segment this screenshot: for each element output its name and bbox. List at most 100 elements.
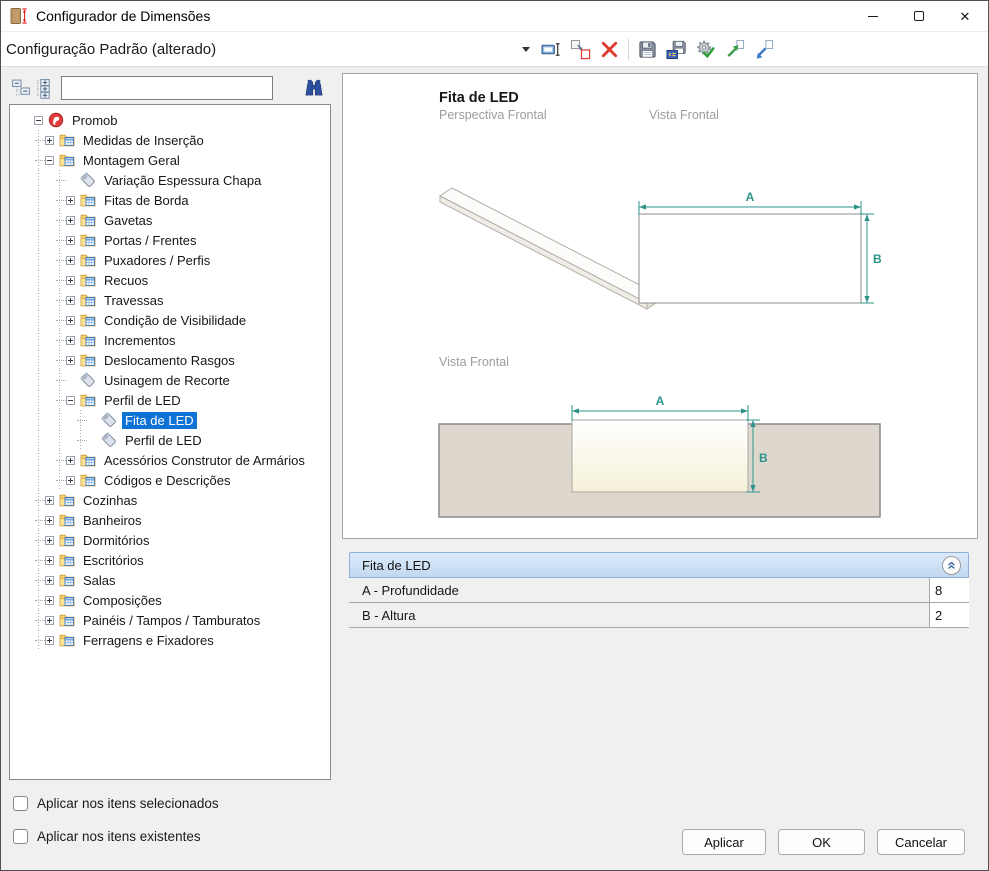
- tree-item-cozinhas[interactable]: Cozinhas: [10, 490, 330, 510]
- apply-selected-items-checkbox[interactable]: Aplicar nos itens selecionados: [13, 794, 219, 812]
- ok-button[interactable]: OK: [778, 829, 865, 855]
- tree-expander-plus[interactable]: [45, 596, 54, 605]
- titlebar[interactable]: Configurador de Dimensões ✕: [1, 1, 988, 32]
- tree-expander-plus[interactable]: [66, 236, 75, 245]
- tree-expander-plus[interactable]: [45, 496, 54, 505]
- tree-expander-plus[interactable]: [66, 336, 75, 345]
- tree-expander-spacer: [66, 176, 75, 185]
- search-input[interactable]: [61, 76, 273, 100]
- tree-item-fita-de-led[interactable]: Fita de LED: [10, 410, 330, 430]
- tree-expander-plus[interactable]: [45, 556, 54, 565]
- dim-label-a-2: A: [656, 394, 665, 408]
- folder-icon: [80, 292, 96, 308]
- toolbar-separator: [628, 39, 629, 60]
- tree-expander-plus[interactable]: [45, 616, 54, 625]
- tree-expander-plus[interactable]: [66, 196, 75, 205]
- tree-expander-plus[interactable]: [45, 136, 54, 145]
- delete-button[interactable]: [596, 36, 623, 63]
- tree-item-varia-o-espessura-chapa[interactable]: Variação Espessura Chapa: [10, 170, 330, 190]
- tree-item-salas[interactable]: Salas: [10, 570, 330, 590]
- cancel-button[interactable]: Cancelar: [877, 829, 965, 855]
- tree-expander-plus[interactable]: [66, 456, 75, 465]
- tree-item-condi-o-de-visibilidade[interactable]: Condição de Visibilidade: [10, 310, 330, 330]
- search-button[interactable]: [302, 77, 326, 99]
- collapse-group-button[interactable]: [942, 556, 961, 575]
- import-button[interactable]: [750, 36, 777, 63]
- tree-item-fitas-de-borda[interactable]: Fitas de Borda: [10, 190, 330, 210]
- duplicate-button[interactable]: [567, 36, 594, 63]
- apply-button[interactable]: Aplicar: [682, 829, 766, 855]
- tree-expander-plus[interactable]: [45, 536, 54, 545]
- collapse-all-button[interactable]: [11, 78, 32, 99]
- tree-item-dormit-rios[interactable]: Dormitórios: [10, 530, 330, 550]
- save-as-button[interactable]: [663, 36, 690, 63]
- tree-item-ferragens-e-fixadores[interactable]: Ferragens e Fixadores: [10, 630, 330, 650]
- checkbox-icon[interactable]: [13, 796, 28, 811]
- maximize-button[interactable]: [896, 1, 942, 31]
- tree-expander-plus[interactable]: [66, 256, 75, 265]
- tree-expander-plus[interactable]: [66, 356, 75, 365]
- tree-item-composi-es[interactable]: Composições: [10, 590, 330, 610]
- minimize-button[interactable]: [850, 1, 896, 31]
- rename-button[interactable]: [538, 36, 565, 63]
- tree-item-pain-is-tampos-tamburatos[interactable]: Painéis / Tampos / Tamburatos: [10, 610, 330, 630]
- export-button[interactable]: [721, 36, 748, 63]
- checkbox-label: Aplicar nos itens existentes: [37, 829, 201, 844]
- tree-item-perfil-de-led[interactable]: Perfil de LED: [10, 430, 330, 450]
- tree-item-gavetas[interactable]: Gavetas: [10, 210, 330, 230]
- tree-expander-plus[interactable]: [66, 216, 75, 225]
- tree-item-label: Incrementos: [101, 332, 179, 349]
- tree-expander-plus[interactable]: [45, 576, 54, 585]
- expand-all-button[interactable]: [34, 78, 55, 99]
- minimize-icon: [868, 16, 878, 17]
- apply-existing-items-checkbox[interactable]: Aplicar nos itens existentes: [13, 827, 201, 845]
- tree-expander-plus[interactable]: [66, 316, 75, 325]
- tree-expander-plus[interactable]: [66, 296, 75, 305]
- tree-item-puxadores-perfis[interactable]: Puxadores / Perfis: [10, 250, 330, 270]
- tree-connector: [56, 380, 66, 381]
- tree-item-label: Fita de LED: [122, 412, 197, 429]
- toolbar: Configuração Padrão (alterado): [1, 32, 988, 67]
- tree-connector: [77, 420, 87, 421]
- tree-expander-minus[interactable]: [66, 396, 75, 405]
- tree-item-promob[interactable]: Promob: [10, 110, 330, 130]
- property-label: A - Profundidade: [349, 578, 929, 602]
- tree-item-label: Dormitórios: [80, 532, 152, 549]
- tree-item-travessas[interactable]: Travessas: [10, 290, 330, 310]
- tree-expander-plus[interactable]: [45, 636, 54, 645]
- tree-expander-minus[interactable]: [34, 116, 43, 125]
- tree-item-incrementos[interactable]: Incrementos: [10, 330, 330, 350]
- tree-item-banheiros[interactable]: Banheiros: [10, 510, 330, 530]
- folder-icon: [80, 312, 96, 328]
- dim-label-b: B: [873, 252, 882, 266]
- tree-item-medidas-de-inser-o[interactable]: Medidas de Inserção: [10, 130, 330, 150]
- save-button[interactable]: [634, 36, 661, 63]
- folder-icon: [80, 392, 96, 408]
- tree-expander-plus[interactable]: [66, 276, 75, 285]
- tree-item-recuos[interactable]: Recuos: [10, 270, 330, 290]
- tree-expander-plus[interactable]: [45, 516, 54, 525]
- tree-item-c-digos-e-descri-es[interactable]: Códigos e Descrições: [10, 470, 330, 490]
- tree-connector: [35, 500, 45, 501]
- property-group-header[interactable]: Fita de LED: [349, 552, 969, 578]
- checkbox-icon[interactable]: [13, 829, 28, 844]
- apply-settings-button[interactable]: [692, 36, 719, 63]
- tree-item-acess-rios-construtor-de-arm-rios[interactable]: Acessórios Construtor de Armários: [10, 450, 330, 470]
- tree-item-escrit-rios[interactable]: Escritórios: [10, 550, 330, 570]
- tree-item-portas-frentes[interactable]: Portas / Frentes: [10, 230, 330, 250]
- tree-item-montagem-geral[interactable]: Montagem Geral: [10, 150, 330, 170]
- tree-item-perfil-de-led[interactable]: Perfil de LED: [10, 390, 330, 410]
- tree-expander-plus[interactable]: [66, 476, 75, 485]
- property-value-input[interactable]: 2: [929, 603, 969, 627]
- property-value-input[interactable]: 8: [929, 578, 969, 602]
- tree-item-usinagem-de-recorte[interactable]: Usinagem de Recorte: [10, 370, 330, 390]
- tree-expander-minus[interactable]: [45, 156, 54, 165]
- configuration-combo[interactable]: Configuração Padrão (alterado): [1, 32, 537, 66]
- tree-item-deslocamento-rasgos[interactable]: Deslocamento Rasgos: [10, 350, 330, 370]
- close-button[interactable]: ✕: [942, 1, 988, 31]
- tree-item-label: Portas / Frentes: [101, 232, 199, 249]
- tree-connector: [56, 260, 66, 261]
- tag-icon: [101, 432, 117, 448]
- tree-item-label: Perfil de LED: [101, 392, 184, 409]
- maximize-icon: [914, 11, 924, 21]
